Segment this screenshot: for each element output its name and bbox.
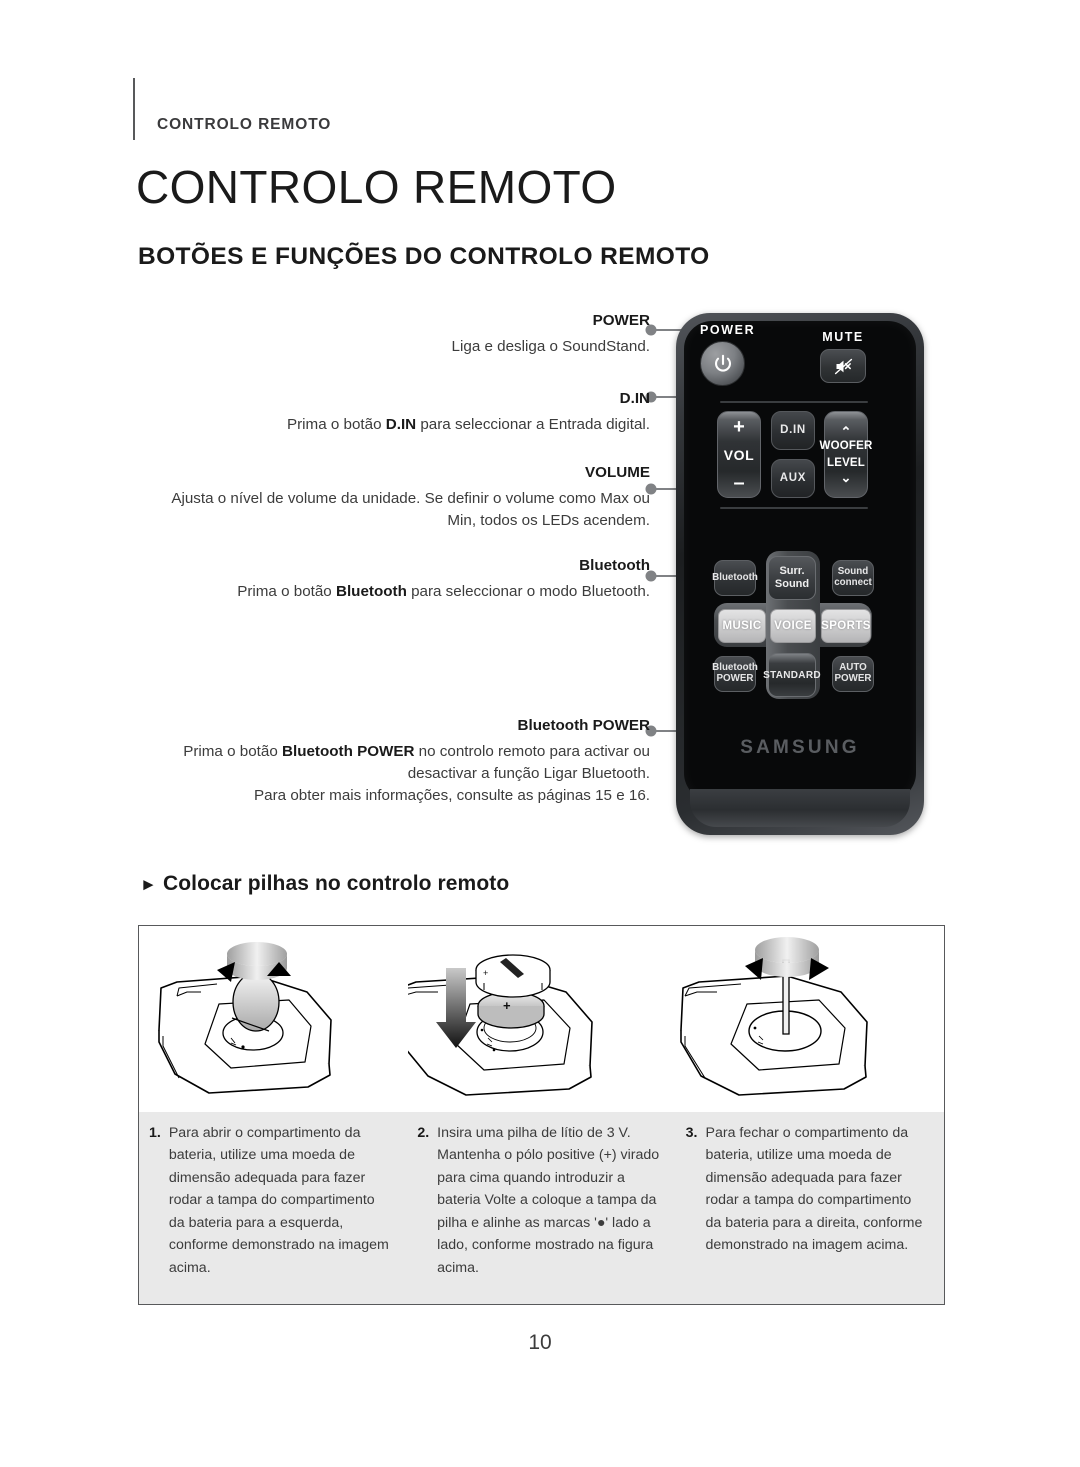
chevron-down-icon[interactable]: ⌄ <box>840 471 851 484</box>
woofer-label-line2: LEVEL <box>826 456 866 469</box>
callout-power-label: POWER <box>592 312 650 329</box>
battery-step2-illustration: + + <box>408 954 593 1096</box>
surround-sound-button[interactable]: Surr. Sound <box>768 556 816 600</box>
breadcrumb: CONTROLO REMOTO <box>157 116 332 133</box>
voice-mode-button[interactable]: VOICE <box>770 609 816 643</box>
callout-din: D.IN Prima o botão D.IN para seleccionar… <box>140 390 650 436</box>
battery-steps-row: 1. Para abrir o compartimento da bateria… <box>139 1112 944 1304</box>
panel-divider-top <box>720 401 868 403</box>
sound-connect-line1: Sound <box>837 566 869 578</box>
battery-step-1-text: Para abrir o compartimento da bateria, u… <box>168 1125 389 1276</box>
section-title: BOTÕES E FUNÇÕES DO CONTROLO REMOTO <box>138 243 710 270</box>
svg-text:+: + <box>483 968 488 978</box>
battery-illustrations-row: + + <box>139 926 944 1112</box>
callout-bluetooth-label: Bluetooth <box>579 557 650 574</box>
aux-button[interactable]: AUX <box>771 459 815 498</box>
bluetooth-power-button[interactable]: Bluetooth POWER <box>712 656 758 692</box>
chevron-up-icon[interactable]: ⌃ <box>840 425 851 438</box>
samsung-brand-logo: SAMSUNG <box>740 737 860 758</box>
battery-step-3-text: Para fechar o compartimento da bateria, … <box>705 1125 923 1254</box>
callout-volume-desc: Ajusta o nível de volume da unidade. Se … <box>171 490 650 530</box>
bluetooth-button[interactable]: Bluetooth <box>712 560 758 596</box>
battery-heading-text: Colocar pilhas no controlo remoto <box>162 872 510 895</box>
surround-line1: Surr. <box>779 565 805 578</box>
callout-volume-label: VOLUME <box>585 464 650 481</box>
digital-in-button[interactable]: D.IN <box>771 411 815 450</box>
callout-bluetooth-desc: Prima o botão Bluetooth para seleccionar… <box>237 583 650 601</box>
callout-bluetooth-power: Bluetooth POWER Prima o botão Bluetooth … <box>140 717 650 807</box>
battery-step-2-text: Insira uma pilha de lítio de 3 V. Manten… <box>437 1125 660 1276</box>
power-icon <box>714 354 731 372</box>
callout-bluetooth: Bluetooth Prima o botão Bluetooth para s… <box>140 557 650 603</box>
mute-button[interactable] <box>820 349 866 383</box>
woofer-label-line1: WOOFER <box>819 439 873 452</box>
bluetooth-power-line1: Bluetooth <box>712 662 758 674</box>
mute-icon <box>834 358 852 374</box>
battery-instructions-panel: + + 1. Para abrir o compartimento da bat… <box>138 925 945 1305</box>
callout-power-desc: Liga e desliga o SoundStand. <box>451 338 650 356</box>
header-accent-rule <box>133 78 135 140</box>
auto-power-line1: AUTO <box>839 662 867 674</box>
battery-step-2: 2. Insira uma pilha de lítio de 3 V. Man… <box>407 1112 675 1304</box>
battery-step-2-number: 2. <box>417 1125 430 1141</box>
volume-label: VOL <box>723 447 755 464</box>
battery-step-1: 1. Para abrir o compartimento da bateria… <box>139 1112 407 1304</box>
volume-down-icon[interactable]: – <box>733 473 744 493</box>
mute-button-label: MUTE <box>822 330 864 344</box>
sound-connect-button[interactable]: Sound connect <box>832 560 874 596</box>
callout-bluetooth-power-label: Bluetooth POWER <box>517 717 650 734</box>
callout-din-desc: Prima o botão D.IN para seleccionar a En… <box>286 416 650 434</box>
music-mode-button[interactable]: MUSIC <box>718 609 766 643</box>
callout-din-label: D.IN <box>619 390 650 407</box>
battery-step-1-number: 1. <box>149 1125 161 1141</box>
standard-mode-button[interactable]: STANDARD <box>763 653 821 697</box>
page-title: CONTROLO REMOTO <box>136 161 617 213</box>
callout-power: POWER Liga e desliga o SoundStand. <box>140 312 650 358</box>
power-button[interactable] <box>700 341 745 386</box>
volume-rocker[interactable]: + VOL – <box>717 411 761 498</box>
surround-sound-label: Surr. Sound <box>775 565 809 590</box>
auto-power-line2: POWER <box>834 673 872 684</box>
power-button-label: POWER <box>700 323 756 337</box>
bluetooth-power-label: Bluetooth POWER <box>712 662 758 685</box>
callout-bluetooth-power-desc: Prima o botão Bluetooth POWER no control… <box>183 743 650 805</box>
battery-step-3-number: 3. <box>685 1125 698 1141</box>
remote-control-illustration: POWER MUTE + VOL – D.IN AUX ⌃ WOOFER LEV… <box>676 313 924 835</box>
page-number: 10 <box>528 1331 552 1354</box>
sound-connect-line2: connect <box>834 577 872 588</box>
callout-volume: VOLUME Ajusta o nível de volume da unida… <box>140 464 650 532</box>
volume-up-icon[interactable]: + <box>733 417 745 437</box>
auto-power-label: AUTO POWER <box>834 662 872 685</box>
sound-connect-label: Sound connect <box>834 566 872 589</box>
bluetooth-power-line2: POWER <box>716 673 754 684</box>
svg-text:+: + <box>503 998 511 1013</box>
battery-section-heading: ► Colocar pilhas no controlo remoto <box>140 872 509 896</box>
triangle-right-icon: ► <box>140 875 157 894</box>
remote-bottom-bezel <box>690 789 910 827</box>
battery-step3-illustration <box>680 937 868 1096</box>
battery-step-3: 3. Para fechar o compartimento da bateri… <box>676 1112 944 1304</box>
auto-power-button[interactable]: AUTO POWER <box>832 656 874 692</box>
battery-step1-illustration <box>158 942 332 1094</box>
surround-line2: Sound <box>774 578 810 590</box>
sports-mode-button[interactable]: SPORTS <box>821 609 871 643</box>
woofer-level-rocker[interactable]: ⌃ WOOFER LEVEL ⌄ <box>820 411 872 498</box>
panel-divider-bottom <box>720 507 868 509</box>
